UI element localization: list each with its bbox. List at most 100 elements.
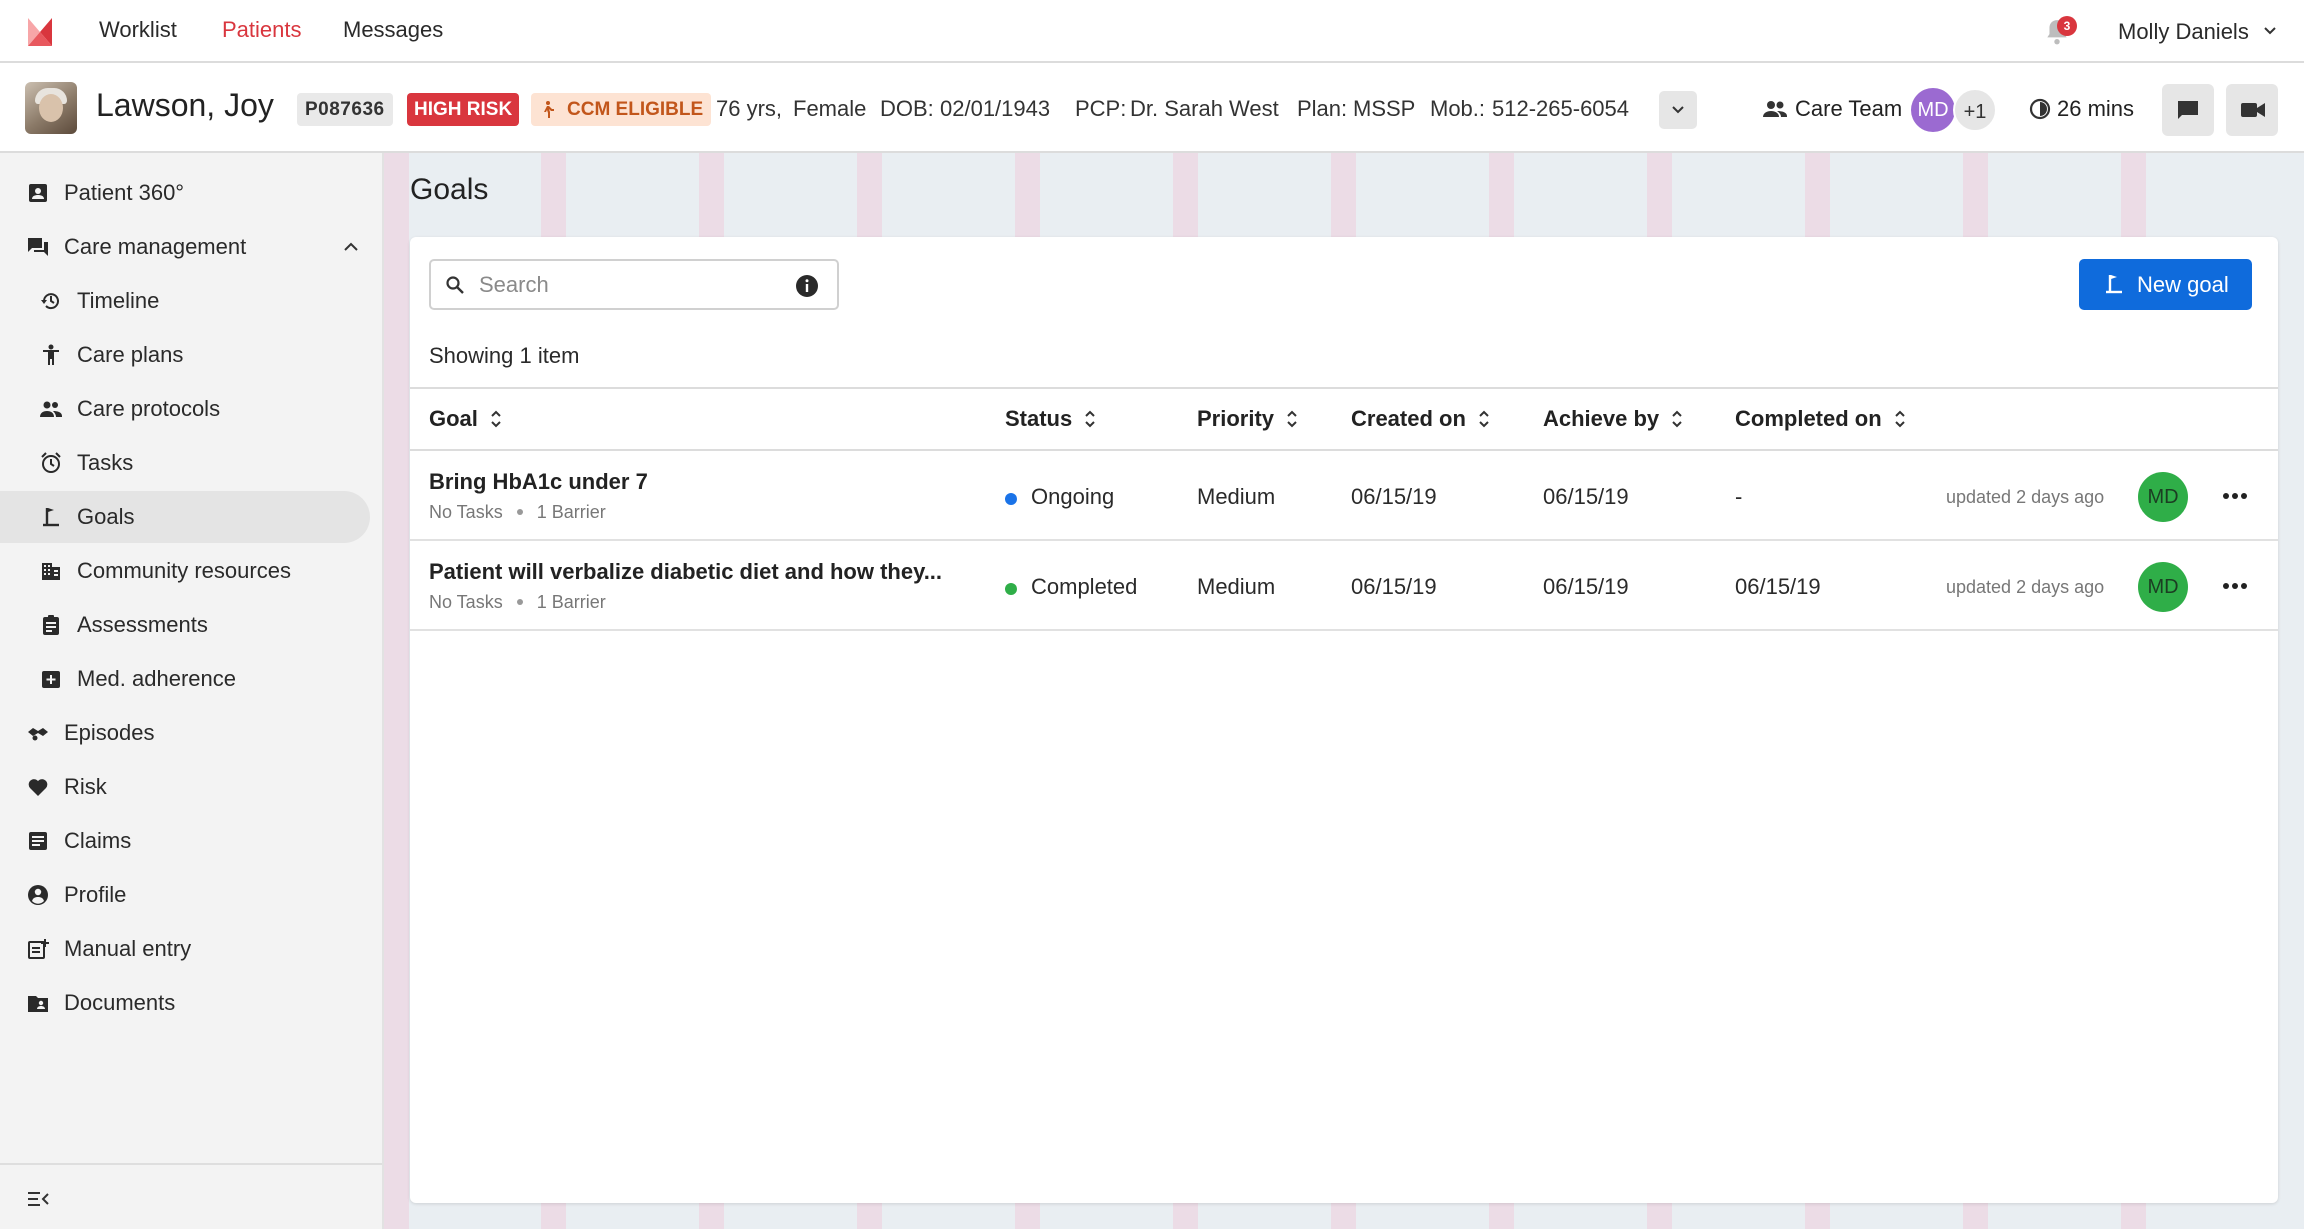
ccm-eligible-badge: CCM ELIGIBLE <box>531 93 712 126</box>
search-icon <box>446 276 464 294</box>
goal-updated-time: updated 2 days ago <box>1946 577 2105 597</box>
new-goal-button[interactable]: New goal <box>2079 259 2252 310</box>
sidebar-item-care-protocols[interactable]: Care protocols <box>0 383 370 435</box>
care-team-avatar[interactable]: MD <box>1911 88 1955 132</box>
sidebar-item-label: Care protocols <box>77 396 221 421</box>
table-row[interactable]: Bring HbA1c under 7 No Tasks 1 Barrier On… <box>410 451 2278 541</box>
chevron-down-icon[interactable] <box>2263 26 2277 36</box>
medication-icon <box>42 671 60 688</box>
dob-label: DOB: <box>880 96 934 121</box>
collapse-menu-icon[interactable] <box>28 1191 50 1207</box>
chat-button[interactable] <box>2162 84 2214 136</box>
sidebar-item-tasks[interactable]: Tasks <box>0 437 370 489</box>
video-call-button[interactable] <box>2226 84 2278 136</box>
sidebar-item-risk[interactable]: Risk <box>0 761 370 813</box>
chat-bubbles-icon <box>28 238 48 256</box>
sidebar-item-label: Timeline <box>77 288 160 313</box>
goal-meta: No Tasks 1 Barrier <box>429 592 606 612</box>
nav-messages[interactable]: Messages <box>343 17 443 43</box>
building-icon <box>42 563 60 580</box>
people-icon <box>40 401 62 417</box>
nav-patients[interactable]: Patients <box>222 17 302 43</box>
patient-plan: MSSP <box>1353 96 1416 121</box>
patient-mobile: 512-265-6054 <box>1492 96 1630 121</box>
sidebar-item-episodes[interactable]: Episodes <box>0 707 370 759</box>
care-team-label[interactable]: Care Team <box>1795 96 1902 122</box>
sidebar-item-assessments[interactable]: Assessments <box>0 599 370 651</box>
sidebar-item-label: Assessments <box>77 612 208 637</box>
nav-worklist[interactable]: Worklist <box>99 17 177 43</box>
page-title: Goals <box>410 173 489 206</box>
goal-achieve-by: 06/15/19 <box>1543 484 1629 509</box>
sidebar-item-manual-entry[interactable]: Manual entry <box>0 923 370 975</box>
folder-person-icon <box>28 996 48 1012</box>
goal-completed-on: 06/15/19 <box>1735 574 1821 599</box>
chevron-up-icon[interactable] <box>343 242 359 252</box>
chat-icon <box>2178 101 2198 119</box>
high-risk-badge: HIGH RISK <box>407 93 520 126</box>
sidebar-item-label: Claims <box>64 828 132 853</box>
owner-avatar[interactable]: MD <box>2138 562 2188 612</box>
sidebar-item-timeline[interactable]: Timeline <box>0 275 370 327</box>
sidebar-item-label: Goals <box>77 504 135 529</box>
status-indicator-completed <box>1005 583 1017 595</box>
goal-status: Ongoing <box>1031 484 1115 509</box>
patient-photo <box>25 82 77 134</box>
search-box[interactable] <box>429 259 839 310</box>
column-header-created-on[interactable]: Created on <box>1351 406 1490 432</box>
user-menu[interactable]: Molly Daniels <box>2118 19 2249 45</box>
goal-completed-on: - <box>1735 484 1743 509</box>
sidebar-item-community-resources[interactable]: Community resources <box>0 545 370 597</box>
sidebar-item-label: Profile <box>64 882 127 907</box>
sidebar-item-care-management[interactable]: Care management <box>0 221 370 273</box>
manual-entry-icon <box>28 939 49 959</box>
sidebar-item-profile[interactable]: Profile <box>0 869 370 921</box>
goals-card: New goal Showing 1 item Goal Status Prio… <box>410 237 2278 1203</box>
account-circle-icon <box>28 885 48 905</box>
notification-count-badge: 3 <box>2057 16 2077 36</box>
sidebar-item-goals[interactable]: Goals <box>0 491 370 543</box>
sidebar-item-label: Episodes <box>64 720 155 745</box>
column-header-achieve-by[interactable]: Achieve by <box>1543 406 1683 432</box>
goal-achieve-by: 06/15/19 <box>1543 574 1629 599</box>
column-header-priority[interactable]: Priority <box>1197 406 1298 432</box>
app-logo[interactable] <box>24 16 56 48</box>
goal-title[interactable]: Patient will verbalize diabetic diet and… <box>429 559 942 585</box>
sort-icon <box>491 410 501 428</box>
column-header-completed-on[interactable]: Completed on <box>1735 406 1906 432</box>
owner-avatar[interactable]: MD <box>2138 472 2188 522</box>
expand-patient-details-button[interactable] <box>1659 91 1697 129</box>
care-team-more-count[interactable]: +1 <box>1953 88 1997 132</box>
search-input[interactable] <box>479 269 779 301</box>
more-options-icon[interactable] <box>2222 492 2248 500</box>
alarm-clock-icon <box>41 452 61 473</box>
more-options-icon[interactable] <box>2222 582 2248 590</box>
goal-icon <box>43 508 59 527</box>
sidebar-item-patient-360[interactable]: Patient 360° <box>0 167 370 219</box>
goal-title[interactable]: Bring HbA1c under 7 <box>429 469 648 495</box>
goal-icon <box>2106 275 2122 294</box>
heart-icon <box>28 779 48 796</box>
column-header-status[interactable]: Status <box>1005 406 1096 432</box>
patient-name: Lawson, Joy <box>96 87 274 123</box>
goal-meta: No Tasks 1 Barrier <box>429 502 606 522</box>
document-lines-icon <box>29 832 47 850</box>
sidebar-item-med-adherence[interactable]: Med. adherence <box>0 653 370 705</box>
patient-header: Lawson, Joy P087636 HIGH RISK CCM ELIGIB… <box>0 63 2304 153</box>
goal-updated-time: updated 2 days ago <box>1946 487 2105 507</box>
sidebar-item-claims[interactable]: Claims <box>0 815 370 867</box>
episodes-icon <box>28 728 48 741</box>
table-header: Goal Status Priority Created on Achieve … <box>410 387 2278 451</box>
history-icon <box>41 293 59 310</box>
sort-icon <box>1894 410 1905 428</box>
patient-dob: 02/01/1943 <box>940 96 1051 121</box>
sidebar-item-label: Patient 360° <box>64 180 185 205</box>
sidebar-item-care-plans[interactable]: Care plans <box>0 329 370 381</box>
sidebar-footer <box>0 1163 382 1229</box>
sidebar-item-label: Community resources <box>77 558 291 583</box>
sidebar-item-documents[interactable]: Documents <box>0 977 370 1029</box>
info-icon[interactable] <box>795 274 819 298</box>
table-row[interactable]: Patient will verbalize diabetic diet and… <box>410 541 2278 631</box>
plan-label: Plan: <box>1297 96 1348 121</box>
column-header-goal[interactable]: Goal <box>429 406 502 432</box>
